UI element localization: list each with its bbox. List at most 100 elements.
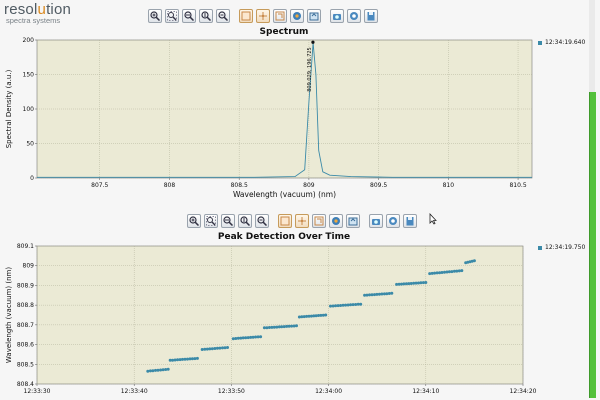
pan-button[interactable]	[256, 9, 270, 23]
zoom-in-icon	[189, 216, 199, 226]
data-point	[319, 313, 323, 317]
camera-button[interactable]	[369, 214, 383, 228]
data-point	[277, 325, 281, 329]
peak-annotation: 809.029, 196.725	[307, 47, 313, 92]
data-point	[470, 259, 474, 263]
fit-button[interactable]	[273, 9, 287, 23]
x-tick-label: 810.5	[509, 182, 526, 189]
data-point	[354, 303, 358, 306]
data-point	[307, 314, 311, 318]
fit-icon	[275, 11, 285, 21]
data-point	[176, 358, 180, 362]
save-button[interactable]	[364, 9, 378, 23]
data-point	[290, 324, 294, 328]
data-point	[295, 324, 298, 328]
zoom-x-button[interactable]	[182, 9, 196, 23]
fit-button[interactable]	[312, 214, 326, 228]
spectrum-toolbar	[148, 9, 378, 23]
data-point	[460, 269, 464, 273]
fit-icon	[314, 216, 324, 226]
x-axis-label: Wavelength (vacuum) (nm)	[233, 190, 336, 199]
zoom-box-button[interactable]	[204, 214, 218, 228]
data-point	[409, 282, 413, 285]
zoom-y-button[interactable]	[238, 214, 252, 228]
zoom-x-icon	[223, 216, 233, 226]
data-point	[259, 335, 263, 339]
data-point	[317, 314, 320, 317]
zoom-in-button[interactable]	[187, 214, 201, 228]
x-tick-label: 810	[443, 182, 455, 189]
spectrum-legend[interactable]: 12:34:19.640	[538, 39, 585, 46]
save-button[interactable]	[403, 214, 417, 228]
data-point	[387, 292, 391, 295]
zoom-in-button[interactable]	[148, 9, 162, 23]
peak-detection-chart[interactable]: 12:33:30 12:33:40 12:33:50 12:34:00 12:34:10…	[0, 0, 600, 400]
data-point	[297, 315, 301, 319]
camera-button[interactable]	[330, 9, 344, 23]
save-icon	[367, 12, 375, 21]
data-point	[430, 271, 434, 275]
save-icon	[406, 217, 414, 226]
pan-button[interactable]	[295, 214, 309, 228]
select-rect-button[interactable]	[278, 214, 292, 228]
data-point	[450, 270, 454, 274]
settings-button[interactable]	[347, 9, 361, 23]
color-button[interactable]	[290, 9, 304, 23]
zoom-out-icon	[257, 216, 267, 226]
data-point	[256, 335, 260, 339]
plot-area	[36, 39, 533, 179]
zoom-out-button[interactable]	[255, 214, 269, 228]
x-tick-label: 12:34:20	[510, 388, 537, 395]
data-point	[205, 347, 209, 351]
zoom-box-icon	[167, 11, 177, 21]
data-point	[435, 271, 439, 275]
data-point	[246, 336, 250, 340]
data-point	[321, 313, 325, 317]
scrollbar-thumb[interactable]	[589, 92, 596, 398]
zoom-out-button[interactable]	[216, 9, 230, 23]
data-point	[223, 346, 227, 350]
data-point	[455, 269, 459, 273]
data-point	[236, 336, 240, 340]
data-point	[193, 357, 197, 361]
data-point	[282, 325, 286, 329]
data-point	[395, 282, 399, 286]
data-point	[324, 313, 328, 317]
scrollbar-track[interactable]	[589, 0, 595, 92]
plot-area	[36, 245, 524, 385]
data-point	[262, 326, 266, 330]
settings-button[interactable]	[386, 214, 400, 228]
data-point	[178, 358, 182, 362]
zoom-y-icon	[201, 11, 211, 21]
camera-icon	[372, 219, 380, 225]
data-point	[438, 271, 442, 275]
data-point	[159, 368, 163, 372]
zoom-box-button[interactable]	[165, 9, 179, 23]
data-point	[272, 325, 276, 329]
y-tick-label: 808.7	[17, 322, 34, 329]
color-button[interactable]	[329, 214, 343, 228]
export-button[interactable]	[346, 214, 360, 228]
data-point	[267, 326, 271, 329]
y-axis-label: Spectral Density (a.u.)	[5, 69, 13, 148]
data-point	[419, 281, 423, 285]
zoom-y-button[interactable]	[199, 9, 213, 23]
y-axis-label: Wavelength (vacuum) (nm)	[5, 267, 13, 363]
data-point	[181, 357, 184, 361]
camera-icon	[333, 14, 341, 20]
zoom-x-button[interactable]	[221, 214, 235, 228]
data-point	[334, 304, 338, 308]
data-point	[166, 367, 170, 371]
spectrum-chart[interactable]: 807.5 808 808.5 809 809.5 810 810.5 0 50 100 150 20…	[0, 0, 600, 400]
data-point	[336, 304, 340, 308]
select-rect-button[interactable]	[239, 9, 253, 23]
peak-legend[interactable]: 12:34:19.750	[538, 244, 585, 251]
data-point	[171, 358, 175, 362]
data-point	[300, 315, 304, 319]
pan-icon	[298, 217, 306, 225]
data-point	[421, 281, 425, 285]
data-point	[244, 336, 248, 340]
export-button[interactable]	[307, 9, 321, 23]
data-point	[161, 368, 165, 372]
x-tick-label: 12:33:30	[24, 388, 51, 395]
